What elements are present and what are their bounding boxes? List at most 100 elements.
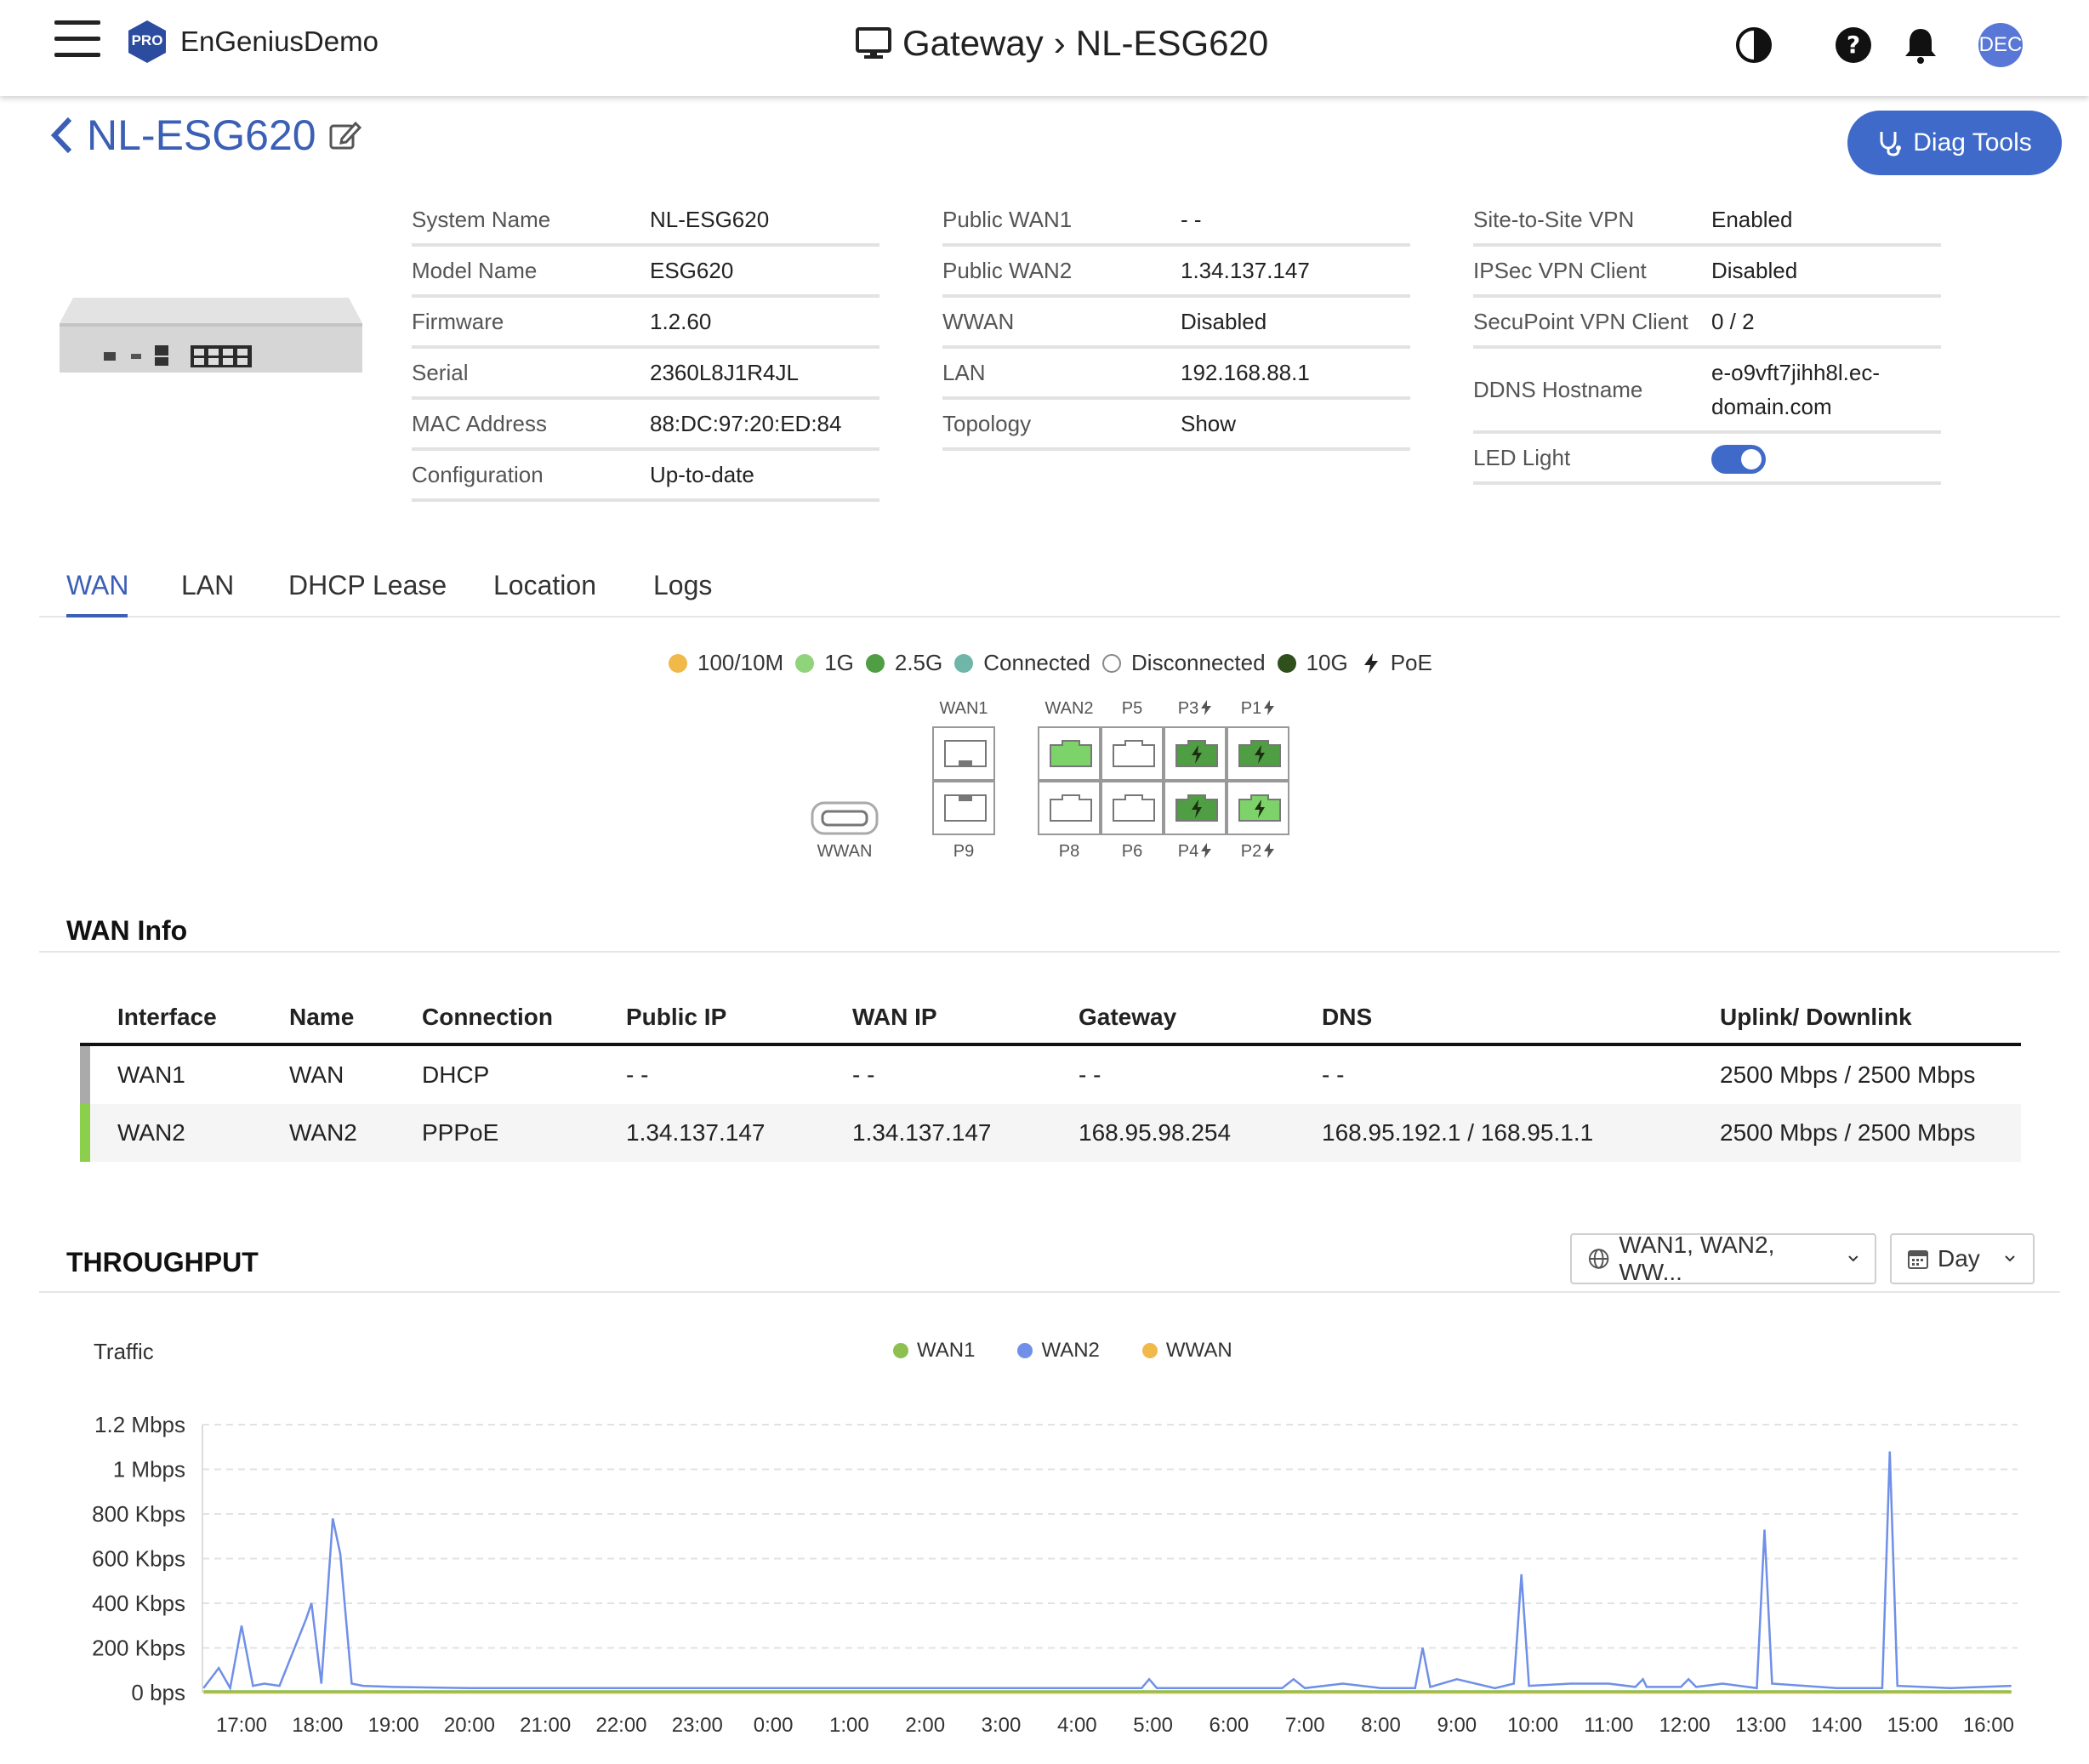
table-row[interactable]: WAN2 WAN2 PPPoE 1.34.137.147 1.34.137.147 168… [80, 1104, 2021, 1162]
info-row: Site-to-Site VPN Enabled [1473, 196, 1941, 247]
port-p8[interactable] [1038, 781, 1101, 835]
user-avatar[interactable]: DEC [1978, 23, 2023, 67]
y-tick-label: 1 Mbps [113, 1457, 185, 1482]
contrast-icon[interactable] [1734, 26, 1773, 65]
interface-color-bar [80, 1046, 90, 1104]
tab-dhcp-lease[interactable]: DHCP Lease [288, 570, 447, 601]
vpn-info-column: Site-to-Site VPN Enabled IPSec VPN Client D… [1473, 196, 1941, 485]
port-wan1[interactable] [932, 726, 995, 781]
ethernet-port-icon [1113, 740, 1155, 767]
legend-label: 1G [824, 650, 854, 675]
column-header: Uplink/ Downlink [1720, 1004, 1912, 1030]
help-icon[interactable]: ? [1834, 26, 1873, 65]
org-name[interactable]: EnGeniusDemo [180, 26, 379, 58]
tab-logs[interactable]: Logs [653, 570, 712, 601]
ethernet-port-icon [1175, 794, 1218, 822]
x-tick-label: 15:00 [1887, 1714, 1938, 1737]
poe-bolt-icon [1264, 843, 1275, 858]
breadcrumb-parent[interactable]: Gateway [902, 23, 1044, 64]
table-cell: WAN2 [289, 1119, 357, 1146]
x-tick-label: 6:00 [1210, 1714, 1249, 1737]
edit-icon[interactable] [328, 118, 362, 152]
table-cell: 2500 Mbps / 2500 Mbps [1720, 1119, 1976, 1146]
table-cell: - - [1322, 1061, 1345, 1088]
port-wan2[interactable] [1038, 726, 1101, 781]
bell-icon[interactable] [1901, 26, 1940, 65]
info-value: 192.168.88.1 [1181, 360, 1310, 385]
info-label: Site-to-Site VPN [1473, 206, 1635, 232]
range-select-value: Day [1938, 1245, 1980, 1272]
x-tick-label: 21:00 [520, 1714, 571, 1737]
info-value: 88:DC:97:20:ED:84 [650, 411, 842, 436]
chart-legend: WAN1 WAN2 WWAN [893, 1339, 1232, 1363]
port-p9[interactable] [932, 781, 995, 835]
poe-bolt-icon [1201, 700, 1212, 715]
diag-tools-button[interactable]: Diag Tools [1847, 111, 2062, 175]
x-tick-label: 17:00 [216, 1714, 267, 1737]
info-row: Serial 2360L8J1R4JL [412, 349, 879, 400]
svg-text:?: ? [1847, 31, 1860, 59]
x-tick-label: 2:00 [905, 1714, 945, 1737]
wan-info-table: Interface Name Connection Public IP WAN IP Ga… [80, 992, 2021, 1162]
legend-label: PoE [1390, 650, 1432, 675]
column-header: DNS [1322, 1004, 1373, 1030]
port-p5[interactable] [1101, 726, 1164, 781]
series-label[interactable]: WAN1 [917, 1339, 975, 1363]
x-tick-label: 12:00 [1659, 1714, 1710, 1737]
usb-wwan-port-icon[interactable] [811, 801, 879, 835]
poe-bolt-icon [1264, 700, 1275, 715]
led-light-toggle[interactable] [1711, 445, 1766, 475]
chevron-left-icon[interactable] [49, 116, 75, 155]
tab-lan[interactable]: LAN [181, 570, 234, 601]
info-value: e-o9vft7jihh8l.ec-domain.com [1711, 360, 1880, 419]
info-value: - - [1181, 207, 1202, 232]
port-label-wwan: WWAN [817, 842, 873, 861]
tab-location[interactable]: Location [493, 570, 596, 601]
ethernet-port-icon [944, 740, 987, 767]
x-tick-label: 10:00 [1507, 1714, 1558, 1737]
x-tick-label: 16:00 [1963, 1714, 2014, 1737]
x-tick-label: 3:00 [982, 1714, 1022, 1737]
port-p2[interactable] [1227, 781, 1289, 835]
x-tick-label: 11:00 [1584, 1714, 1633, 1737]
topology-show-link[interactable]: Show [1181, 400, 1410, 447]
series-line-wan2[interactable] [202, 1451, 2012, 1692]
tab-wan[interactable]: WAN [66, 570, 128, 601]
info-row: Model Name ESG620 [412, 247, 879, 298]
x-tick-label: 14:00 [1811, 1714, 1862, 1737]
ethernet-port-icon [1175, 740, 1218, 767]
info-label: SecuPoint VPN Client [1473, 308, 1688, 334]
port-p6[interactable] [1101, 781, 1164, 835]
port-label-wan2: WAN2 [1044, 699, 1094, 718]
wan-info-title: WAN Info [66, 915, 188, 946]
port-p1[interactable] [1227, 726, 1289, 781]
menu-icon[interactable] [54, 20, 100, 58]
info-row: Topology Show [942, 400, 1410, 451]
info-row: WWAN Disabled [942, 298, 1410, 349]
info-label: IPSec VPN Client [1473, 257, 1647, 283]
series-label[interactable]: WWAN [1166, 1339, 1232, 1363]
info-row: System Name NL-ESG620 [412, 196, 879, 247]
port-p3[interactable] [1164, 726, 1227, 781]
active-tab-indicator [66, 614, 128, 617]
poe-bolt-icon [1201, 843, 1212, 858]
divider [39, 951, 2060, 953]
top-bar: PRO EnGeniusDemo Gateway › NL-ESG620 ? D… [0, 0, 2089, 96]
diag-tools-label: Diag Tools [1913, 128, 2032, 156]
legend-label: Connected [983, 650, 1091, 675]
table-row[interactable]: WAN1 WAN DHCP - - - - - - - - 2500 Mbps / 2500 … [80, 1046, 2021, 1104]
device-tabs: WAN LAN DHCP Lease Location Logs [39, 544, 2060, 617]
info-row: DDNS Hostname e-o9vft7jihh8l.ec-domain.co… [1473, 349, 1941, 434]
info-row: LED Light [1473, 434, 1941, 485]
table-cell: WAN [289, 1061, 344, 1088]
y-tick-label: 0 bps [131, 1680, 185, 1705]
info-value: ESG620 [650, 258, 734, 283]
port-label-wan1: WAN1 [939, 699, 988, 718]
series-label[interactable]: WAN2 [1041, 1339, 1099, 1363]
range-select[interactable]: Day [1890, 1233, 2035, 1284]
port-p4[interactable] [1164, 781, 1227, 835]
interface-select[interactable]: WAN1, WAN2, WW... [1570, 1232, 1876, 1285]
column-header: Gateway [1079, 1004, 1177, 1030]
legend-label: Disconnected [1131, 650, 1266, 675]
legend-swatch [865, 653, 885, 673]
